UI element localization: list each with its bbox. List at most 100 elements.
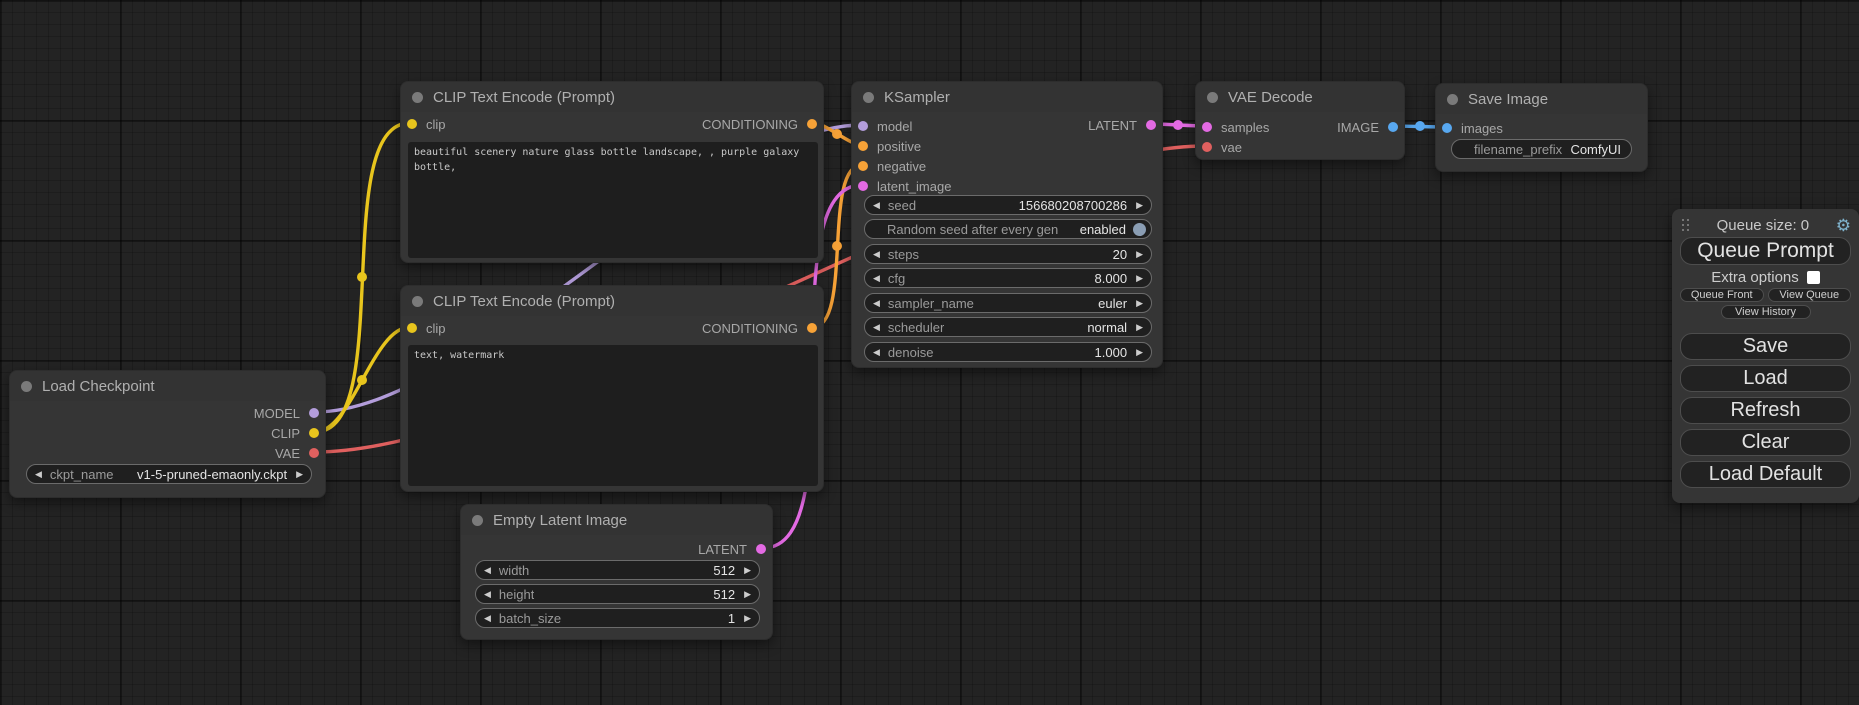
input-dot-latent-image[interactable] bbox=[858, 181, 868, 191]
decrement-arrow-icon[interactable]: ◀ bbox=[873, 201, 880, 210]
increment-arrow-icon[interactable]: ▶ bbox=[1136, 274, 1143, 283]
settings-gear-icon[interactable]: ⚙ bbox=[1836, 217, 1851, 234]
widget-value: ComfyUI bbox=[1570, 142, 1621, 157]
output-dot-conditioning[interactable] bbox=[807, 323, 817, 333]
widget-scheduler[interactable]: ◀ scheduler normal ▶ bbox=[864, 317, 1152, 337]
extra-options-checkbox[interactable] bbox=[1807, 271, 1820, 284]
queue-front-button[interactable]: Queue Front bbox=[1680, 288, 1764, 302]
increment-arrow-icon[interactable]: ▶ bbox=[1136, 299, 1143, 308]
output-label: CLIP bbox=[271, 426, 300, 441]
view-queue-button[interactable]: View Queue bbox=[1768, 288, 1852, 302]
refresh-button[interactable]: Refresh bbox=[1680, 397, 1851, 424]
node-collapse-dot-icon[interactable] bbox=[1207, 92, 1218, 103]
node-collapse-dot-icon[interactable] bbox=[21, 381, 32, 392]
output-dot-image[interactable] bbox=[1388, 122, 1398, 132]
decrement-arrow-icon[interactable]: ◀ bbox=[484, 566, 491, 575]
node-graph-canvas[interactable]: Load Checkpoint MODEL CLIP VAE ◀ ckpt_na… bbox=[0, 0, 1859, 705]
widget-sampler-name[interactable]: ◀ sampler_name euler ▶ bbox=[864, 293, 1152, 313]
node-titlebar[interactable]: CLIP Text Encode (Prompt) bbox=[401, 286, 823, 316]
widget-filename-prefix[interactable]: filename_prefix ComfyUI bbox=[1451, 139, 1632, 159]
save-button[interactable]: Save bbox=[1680, 333, 1851, 360]
node-titlebar[interactable]: Load Checkpoint bbox=[10, 371, 325, 401]
queue-prompt-button[interactable]: Queue Prompt bbox=[1680, 237, 1851, 265]
node-vae-decode[interactable]: VAE Decode samples vae IMAGE bbox=[1195, 81, 1405, 160]
node-clip-text-encode-positive[interactable]: CLIP Text Encode (Prompt) clip CONDITION… bbox=[400, 81, 824, 263]
increment-arrow-icon[interactable]: ▶ bbox=[296, 470, 303, 479]
widget-batch-size[interactable]: ◀ batch_size 1 ▶ bbox=[475, 608, 760, 628]
widget-label: cfg bbox=[888, 271, 905, 286]
output-dot-latent[interactable] bbox=[756, 544, 766, 554]
input-dot-vae[interactable] bbox=[1202, 142, 1212, 152]
widget-ckpt-name[interactable]: ◀ ckpt_name v1-5-pruned-emaonly.ckpt ▶ bbox=[26, 464, 312, 484]
input-slot-vae: vae bbox=[1202, 137, 1242, 157]
node-titlebar[interactable]: KSampler bbox=[852, 82, 1162, 112]
input-slot-model: model bbox=[858, 116, 912, 136]
node-titlebar[interactable]: Empty Latent Image bbox=[461, 505, 772, 535]
input-dot-negative[interactable] bbox=[858, 161, 868, 171]
widget-cfg[interactable]: ◀ cfg 8.000 ▶ bbox=[864, 268, 1152, 288]
node-collapse-dot-icon[interactable] bbox=[472, 515, 483, 526]
drag-handle-icon[interactable] bbox=[1682, 219, 1684, 221]
link-midpoint-dot bbox=[1415, 121, 1425, 131]
widget-label: ckpt_name bbox=[50, 467, 114, 482]
widget-seed[interactable]: ◀ seed 156680208700286 ▶ bbox=[864, 195, 1152, 215]
node-collapse-dot-icon[interactable] bbox=[412, 296, 423, 307]
increment-arrow-icon[interactable]: ▶ bbox=[744, 614, 751, 623]
input-dot-model[interactable] bbox=[858, 121, 868, 131]
view-history-button[interactable]: View History bbox=[1721, 305, 1811, 319]
clear-button[interactable]: Clear bbox=[1680, 429, 1851, 456]
increment-arrow-icon[interactable]: ▶ bbox=[744, 590, 751, 599]
increment-arrow-icon[interactable]: ▶ bbox=[1136, 323, 1143, 332]
node-save-image[interactable]: Save Image images filename_prefix ComfyU… bbox=[1435, 83, 1648, 172]
node-title: Load Checkpoint bbox=[42, 378, 155, 395]
increment-arrow-icon[interactable]: ▶ bbox=[744, 566, 751, 575]
widget-value: 20 bbox=[1113, 247, 1127, 262]
node-clip-text-encode-negative[interactable]: CLIP Text Encode (Prompt) clip CONDITION… bbox=[400, 285, 824, 492]
input-dot-samples[interactable] bbox=[1202, 122, 1212, 132]
increment-arrow-icon[interactable]: ▶ bbox=[1136, 348, 1143, 357]
load-button[interactable]: Load bbox=[1680, 365, 1851, 392]
decrement-arrow-icon[interactable]: ◀ bbox=[873, 274, 880, 283]
input-dot-clip[interactable] bbox=[407, 119, 417, 129]
increment-arrow-icon[interactable]: ▶ bbox=[1136, 250, 1143, 259]
decrement-arrow-icon[interactable]: ◀ bbox=[484, 590, 491, 599]
increment-arrow-icon[interactable]: ▶ bbox=[1136, 201, 1143, 210]
decrement-arrow-icon[interactable]: ◀ bbox=[873, 348, 880, 357]
node-titlebar[interactable]: Save Image bbox=[1436, 84, 1647, 114]
widget-value: normal bbox=[1087, 320, 1127, 335]
node-collapse-dot-icon[interactable] bbox=[412, 92, 423, 103]
queue-panel: Queue size: 0 ⚙ Queue Prompt Extra optio… bbox=[1672, 209, 1859, 503]
toggle-icon[interactable] bbox=[1133, 223, 1146, 236]
prompt-text-area[interactable]: text, watermark bbox=[408, 345, 818, 486]
input-slot-negative: negative bbox=[858, 156, 926, 176]
widget-random-seed-toggle[interactable]: Random seed after every gen enabled bbox=[864, 219, 1152, 239]
node-titlebar[interactable]: VAE Decode bbox=[1196, 82, 1404, 112]
node-titlebar[interactable]: CLIP Text Encode (Prompt) bbox=[401, 82, 823, 112]
decrement-arrow-icon[interactable]: ◀ bbox=[35, 470, 42, 479]
input-dot-positive[interactable] bbox=[858, 141, 868, 151]
widget-width[interactable]: ◀ width 512 ▶ bbox=[475, 560, 760, 580]
node-collapse-dot-icon[interactable] bbox=[863, 92, 874, 103]
output-dot-clip[interactable] bbox=[309, 428, 319, 438]
widget-steps[interactable]: ◀ steps 20 ▶ bbox=[864, 244, 1152, 264]
decrement-arrow-icon[interactable]: ◀ bbox=[484, 614, 491, 623]
decrement-arrow-icon[interactable]: ◀ bbox=[873, 323, 880, 332]
decrement-arrow-icon[interactable]: ◀ bbox=[873, 250, 880, 259]
decrement-arrow-icon[interactable]: ◀ bbox=[873, 299, 880, 308]
widget-denoise[interactable]: ◀ denoise 1.000 ▶ bbox=[864, 342, 1152, 362]
prompt-text-area[interactable]: beautiful scenery nature glass bottle la… bbox=[408, 142, 818, 258]
node-load-checkpoint[interactable]: Load Checkpoint MODEL CLIP VAE ◀ ckpt_na… bbox=[9, 370, 326, 498]
output-dot-conditioning[interactable] bbox=[807, 119, 817, 129]
node-ksampler[interactable]: KSampler model positive negative latent_… bbox=[851, 81, 1163, 368]
input-dot-images[interactable] bbox=[1442, 123, 1452, 133]
load-default-button[interactable]: Load Default bbox=[1680, 461, 1851, 488]
node-title: CLIP Text Encode (Prompt) bbox=[433, 293, 615, 310]
input-dot-clip[interactable] bbox=[407, 323, 417, 333]
widget-height[interactable]: ◀ height 512 ▶ bbox=[475, 584, 760, 604]
output-dot-model[interactable] bbox=[309, 408, 319, 418]
node-collapse-dot-icon[interactable] bbox=[1447, 94, 1458, 105]
node-empty-latent-image[interactable]: Empty Latent Image LATENT ◀ width 512 ▶ … bbox=[460, 504, 773, 640]
link-midpoint-dot bbox=[357, 375, 367, 385]
output-dot-vae[interactable] bbox=[309, 448, 319, 458]
output-dot-latent[interactable] bbox=[1146, 120, 1156, 130]
